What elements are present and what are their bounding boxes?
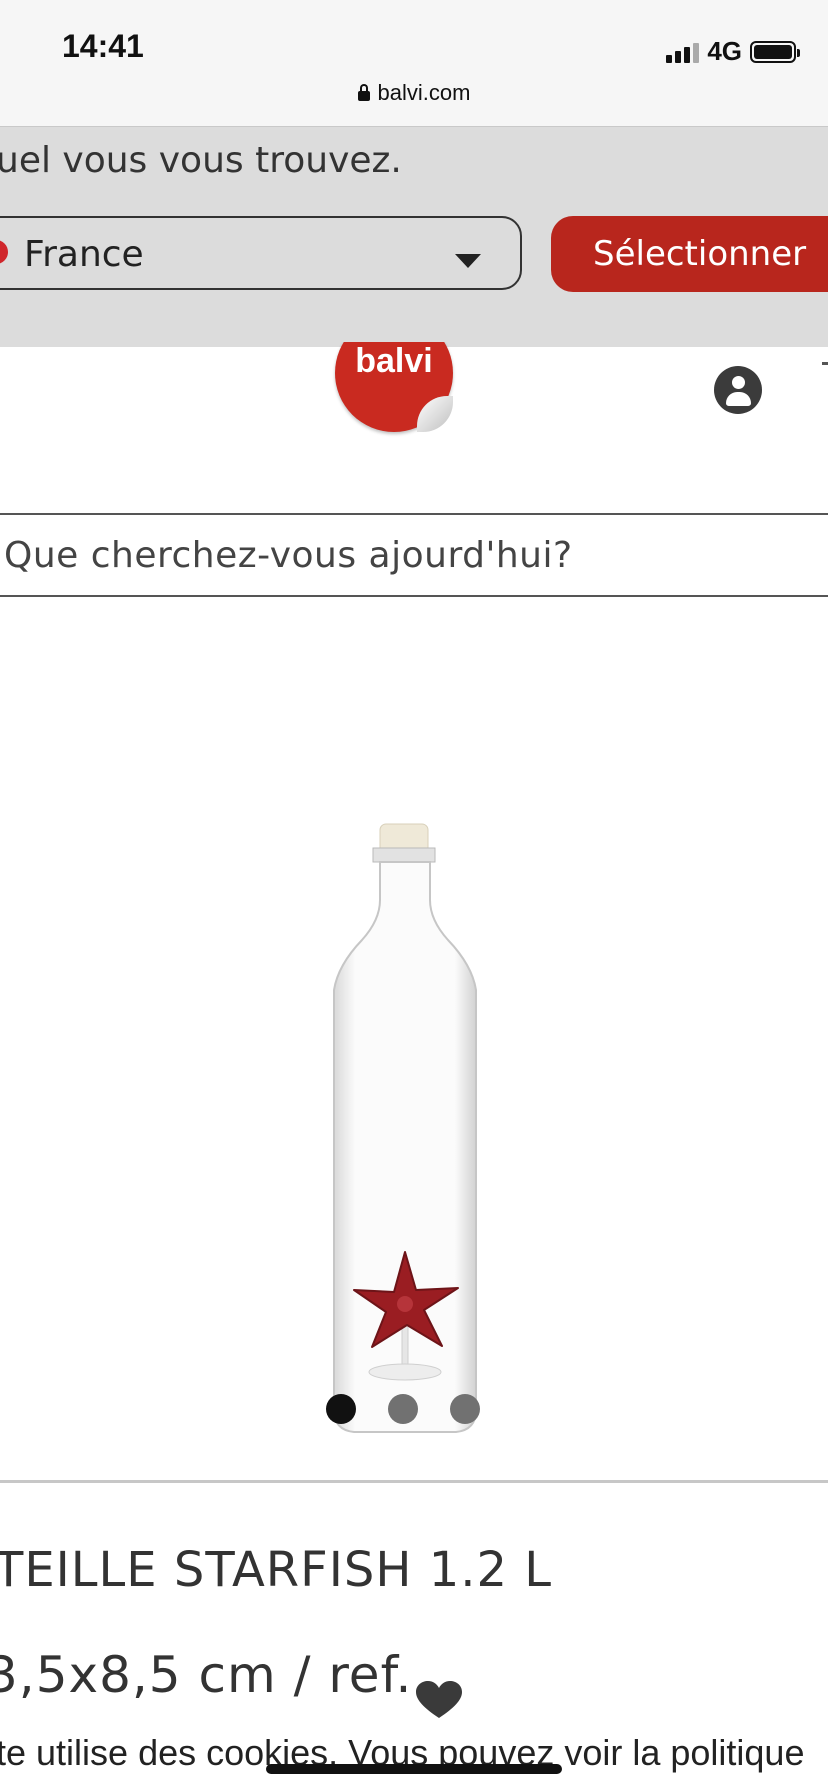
select-country-button[interactable]: Sélectionner bbox=[551, 216, 828, 292]
search-bar[interactable] bbox=[0, 513, 828, 597]
network-type: 4G bbox=[707, 36, 742, 66]
url-text: balvi.com bbox=[377, 80, 471, 105]
logo-badge: balvi bbox=[335, 342, 453, 432]
search-input[interactable] bbox=[0, 515, 828, 595]
country-select-value: France bbox=[24, 234, 144, 275]
logo[interactable]: balvi bbox=[331, 342, 457, 452]
caret-down-icon[interactable] bbox=[455, 254, 481, 268]
product-image[interactable] bbox=[320, 820, 490, 1440]
user-icon[interactable] bbox=[714, 366, 762, 414]
cart-icon-edge[interactable] bbox=[822, 362, 828, 365]
heart-icon[interactable] bbox=[414, 1680, 464, 1720]
divider bbox=[0, 1480, 828, 1483]
product-title: TEILLE STARFISH 1.2 L bbox=[0, 1542, 553, 1598]
home-indicator[interactable] bbox=[266, 1764, 562, 1774]
battery-icon bbox=[750, 40, 800, 63]
signal-icon bbox=[666, 41, 700, 63]
logo-page-curl bbox=[417, 396, 453, 432]
address-bar[interactable]: balvi.com bbox=[0, 80, 828, 106]
country-banner-text: uel vous vous trouvez. bbox=[0, 140, 402, 181]
gallery-pagination bbox=[326, 1394, 480, 1424]
gallery-dot[interactable] bbox=[326, 1394, 356, 1424]
product-dimensions: 3,5x8,5 cm / ref. bbox=[0, 1646, 413, 1704]
gallery-dot[interactable] bbox=[450, 1394, 480, 1424]
logo-text: balvi bbox=[355, 342, 433, 380]
status-time: 14:41 bbox=[62, 28, 144, 64]
gallery-dot[interactable] bbox=[388, 1394, 418, 1424]
lock-icon bbox=[357, 84, 370, 101]
status-indicators: 4G bbox=[666, 36, 800, 67]
